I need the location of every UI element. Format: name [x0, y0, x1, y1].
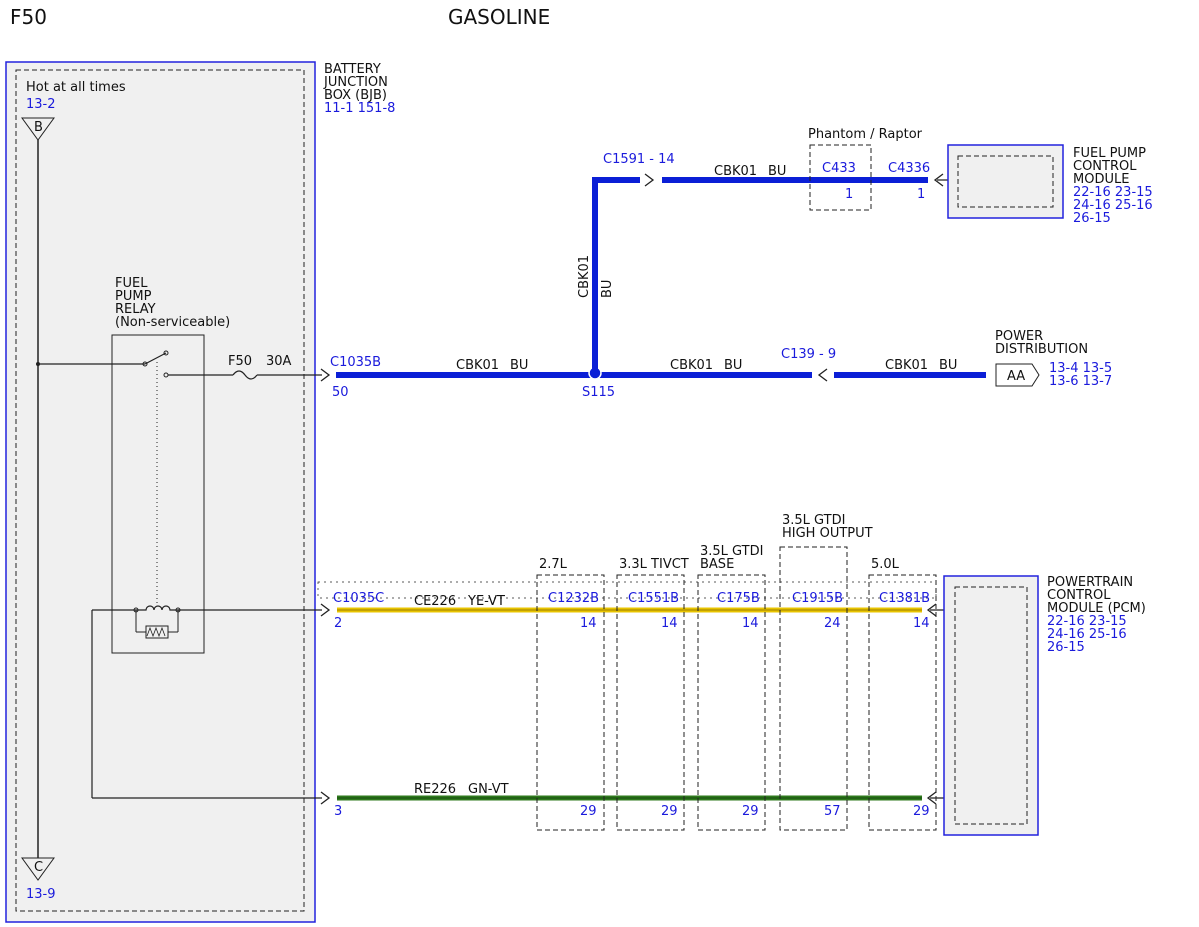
variant-3-5l-gtdi-high-output: 3.5L GTDI HIGH OUTPUT C1915B 24 57: [779, 513, 873, 831]
variant-pin-1: 24: [824, 616, 841, 631]
wire-color-label-2: BU: [724, 358, 742, 373]
pcm-refs-line3[interactable]: 26-15: [1047, 640, 1085, 655]
c139-arrow-icon: [817, 368, 828, 382]
page-title: GASOLINE: [448, 5, 550, 29]
bus-node-c-label: C: [34, 860, 43, 875]
power-dist-label-line2: DISTRIBUTION: [995, 342, 1088, 357]
variant-connector-label[interactable]: C1381B: [879, 591, 930, 606]
variant-connector-label[interactable]: C1232B: [548, 591, 599, 606]
splice-s115-label: S115: [582, 385, 615, 400]
fpcm-refs-line3[interactable]: 26-15: [1073, 211, 1111, 226]
bjb-refs[interactable]: 11-1 151-8: [324, 101, 395, 116]
green-wire-circuit: RE226: [414, 782, 456, 797]
wire-circuit-label-3: CBK01: [885, 358, 928, 373]
variant-label: 2.7L: [539, 557, 568, 572]
relay-label-line4: (Non-serviceable): [115, 315, 230, 330]
c1035c-arrow-green-icon: [320, 791, 331, 805]
variant-pin-2: 57: [824, 804, 841, 819]
c433-connector-label[interactable]: C433: [822, 161, 856, 176]
wire-color-label-top: BU: [768, 164, 786, 179]
bjb-bottom-ref[interactable]: 13-9: [26, 887, 56, 902]
fuel-pump-control-module: C4336 1 FUEL PUMP CONTROL MODULE 22-16 2…: [888, 144, 1153, 226]
variant-3-5l-gtdi-base: 3.5L GTDI BASE C175B 14 29: [697, 544, 766, 831]
variant-connector-label[interactable]: C1551B: [628, 591, 679, 606]
c4336-connector-label[interactable]: C4336: [888, 161, 930, 176]
variant-pin-1: 14: [661, 616, 678, 631]
battery-junction-box: BATTERY JUNCTION BOX (BJB) 11-1 151-8 Ho…: [5, 61, 395, 923]
c1035c-connector-label[interactable]: C1035C: [333, 591, 384, 606]
variant-connector-boxes: 2.7L C1232B 14 29 3.3L TIVCT C1551B 14 2…: [536, 513, 937, 831]
c139-connector-label[interactable]: C139 - 9: [781, 347, 836, 362]
bjb-outline: [5, 61, 316, 923]
bus-node-b-label: B: [34, 120, 43, 135]
bjb-top-ref[interactable]: 13-2: [26, 97, 56, 112]
wire-circuit-label-2: CBK01: [670, 358, 713, 373]
variant-connector-label[interactable]: C175B: [717, 591, 760, 606]
variant-label-line2: HIGH OUTPUT: [782, 526, 873, 541]
variant-label: 5.0L: [871, 557, 900, 572]
wire-circuit-label-top: CBK01: [714, 164, 757, 179]
variant-3-3l-tivct: 3.3L TIVCT C1551B 14 29: [616, 557, 689, 831]
variant-label: 3.3L TIVCT: [619, 557, 689, 572]
variant-pin-2: 29: [580, 804, 597, 819]
variant-5-0l: 5.0L C1381B 14 29: [868, 557, 937, 831]
hot-at-all-times-label: Hot at all times: [26, 80, 126, 95]
vertical-wire-circuit: CBK01: [577, 255, 592, 298]
variant-pin-1: 14: [913, 616, 930, 631]
yellow-wire-circuit: CE226: [414, 594, 456, 609]
page-code: F50: [10, 5, 47, 29]
pcm-box[interactable]: [943, 575, 1039, 836]
c1035b-pin: 50: [332, 385, 349, 400]
variant-connector-label[interactable]: C1915B: [792, 591, 843, 606]
yellow-wire-color: YE-VT: [467, 594, 505, 609]
c1035b-arrow-icon: [320, 368, 331, 382]
c1035b-connector-label[interactable]: C1035B: [330, 355, 381, 370]
variant-pin-1: 14: [742, 616, 759, 631]
wire-color-label-1: BU: [510, 358, 528, 373]
variant-box: [779, 546, 848, 831]
c1035c-dashed-guide: [317, 581, 937, 599]
power-dist-tag: AA: [1007, 369, 1025, 384]
cbk01-main-circuit: C1035B 50 CBK01 BU CBK01 BU S115 CBK01 B…: [320, 152, 986, 400]
c1591-arrow-icon: [644, 173, 655, 187]
variant-box: [868, 574, 937, 831]
variant-pin-1: 14: [580, 616, 597, 631]
vertical-wire-color: BU: [600, 280, 615, 298]
variant-pin-2: 29: [661, 804, 678, 819]
pcm-signal-circuits: C1035C 2 3 CE226 YE-VT RE226 GN-VT: [317, 581, 937, 819]
c1591-connector-label[interactable]: C1591 - 14: [603, 152, 675, 167]
wire-circuit-label-1: CBK01: [456, 358, 499, 373]
power-dist-refs-line2[interactable]: 13-6 13-7: [1049, 374, 1112, 389]
c1035c-arrow-yellow-icon: [320, 603, 331, 617]
powertrain-control-module: POWERTRAIN CONTROL MODULE (PCM) 22-16 23…: [926, 575, 1146, 836]
variant-pin-2: 29: [742, 804, 759, 819]
phantom-raptor-label: Phantom / Raptor: [808, 127, 923, 142]
variant-pin-2: 29: [913, 804, 930, 819]
fuse-name: F50: [228, 354, 252, 369]
variant-box: [616, 574, 685, 831]
variant-box: [536, 574, 605, 831]
fuse-rating: 30A: [266, 354, 292, 369]
c433-pin: 1: [845, 187, 853, 202]
variant-label-line2: BASE: [700, 557, 734, 572]
variant-box: [697, 574, 766, 831]
power-distribution: POWER DISTRIBUTION AA 13-4 13-5 13-6 13-…: [995, 329, 1112, 389]
variant-2-7l: 2.7L C1232B 14 29: [536, 557, 605, 831]
green-wire-color: GN-VT: [468, 782, 509, 797]
c1035c-pin-green: 3: [334, 804, 342, 819]
wire-color-label-3: BU: [939, 358, 957, 373]
c4336-pin: 1: [917, 187, 925, 202]
c1035c-pin-yellow: 2: [334, 616, 342, 631]
wiring-diagram: F50 GASOLINE BATTERY JUNCTION BOX (BJB) …: [5, 5, 1153, 923]
